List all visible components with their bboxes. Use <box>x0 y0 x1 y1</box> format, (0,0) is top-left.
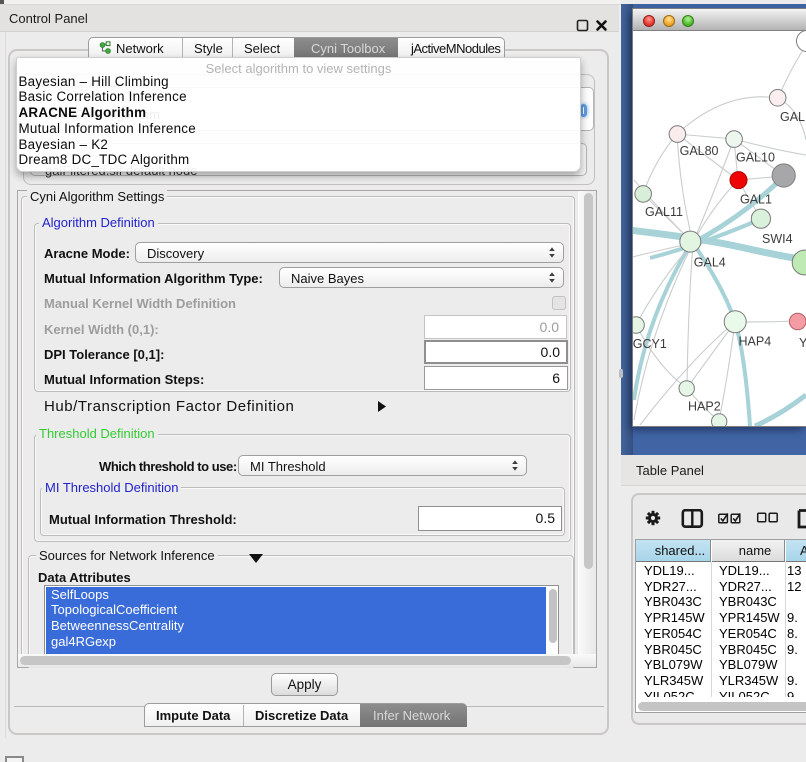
svg-text:GAL80: GAL80 <box>680 144 719 158</box>
svg-text:GAL11: GAL11 <box>645 205 683 219</box>
svg-text:SWI4: SWI4 <box>762 232 793 246</box>
svg-text:GAL: GAL <box>780 110 805 124</box>
svg-text:GAL1: GAL1 <box>740 193 772 207</box>
svg-text:GCY1: GCY1 <box>633 337 667 351</box>
svg-text:GAL4: GAL4 <box>694 256 726 270</box>
svg-text:HAP4: HAP4 <box>739 335 772 349</box>
svg-text:HAP2: HAP2 <box>688 400 721 414</box>
svg-text:Y: Y <box>799 336 806 350</box>
svg-text:GAL10: GAL10 <box>736 151 775 165</box>
